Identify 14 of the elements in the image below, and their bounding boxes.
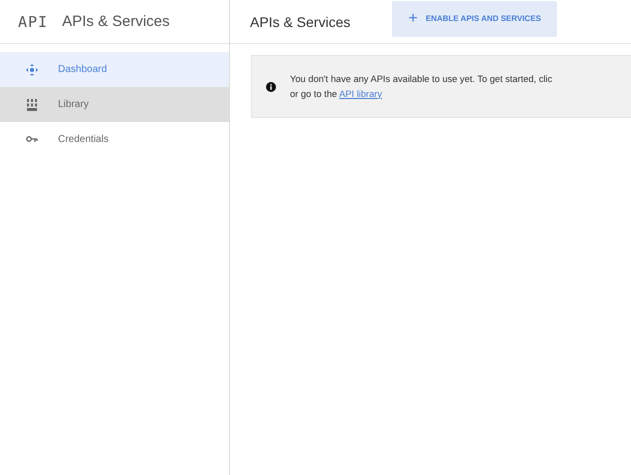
- info-icon: [266, 82, 276, 92]
- info-message: You don't have any APIs available to use yet. To get started, clic: [290, 72, 552, 86]
- dashboard-icon: [26, 64, 38, 76]
- app-title: APIs & Services: [62, 13, 170, 30]
- key-icon: [26, 136, 38, 144]
- grid-icon: [27, 98, 37, 110]
- enable-apis-button[interactable]: + ENABLE APIS AND SERVICES: [392, 0, 557, 36]
- api-library-link[interactable]: API library: [339, 88, 382, 98]
- api-logo: API: [18, 12, 48, 30]
- info-message: or go to the: [290, 88, 338, 98]
- nav-item[interactable]: Library: [0, 87, 229, 122]
- nav-item[interactable]: Credentials: [0, 122, 229, 157]
- nav-item[interactable]: Dashboard: [0, 52, 229, 87]
- page-title: APIs & Services: [250, 14, 350, 30]
